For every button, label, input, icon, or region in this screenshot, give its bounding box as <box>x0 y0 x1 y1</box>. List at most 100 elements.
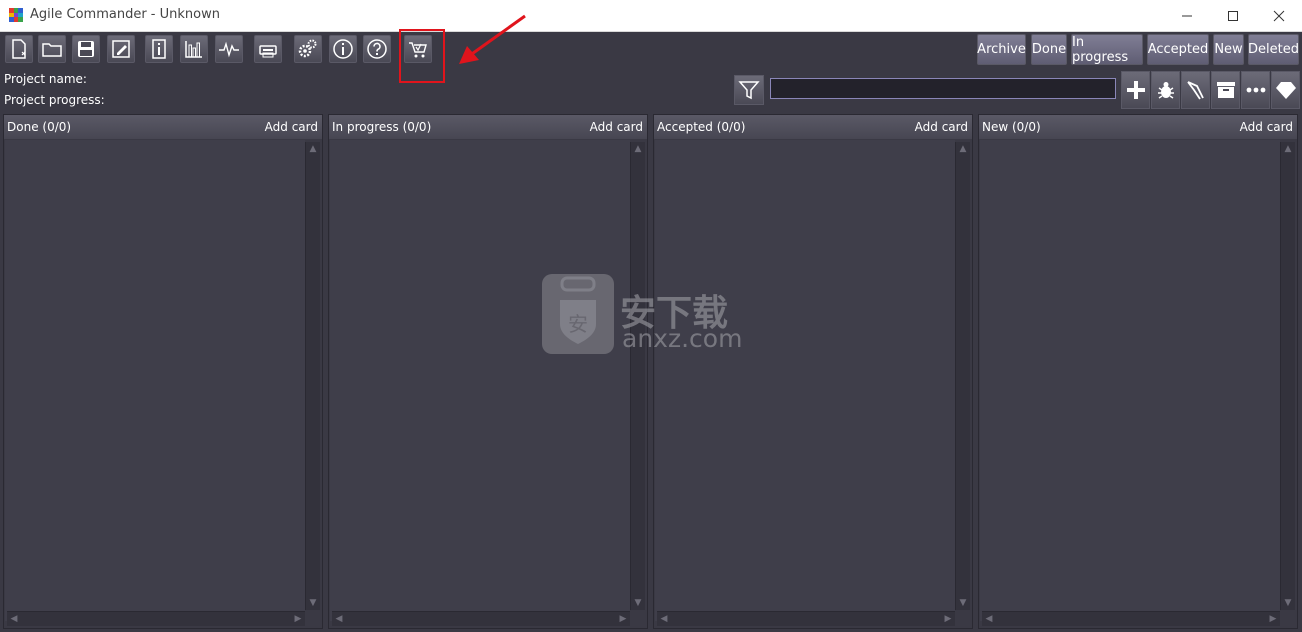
scroll-up-icon[interactable]: ▲ <box>306 142 320 156</box>
activity-icon <box>219 41 239 58</box>
close-icon <box>1273 10 1285 21</box>
diamond-icon <box>1275 82 1296 99</box>
filter-funnel-icon <box>738 81 760 100</box>
edit-icon <box>112 40 130 58</box>
column-header: Accepted (0/0) Add card <box>654 115 972 139</box>
column-accepted: Accepted (0/0) Add card ▲ ▼ ◀ ▶ <box>653 114 973 629</box>
column-in-progress: In progress (0/0) Add card ▲ ▼ ◀ ▶ <box>328 114 648 629</box>
more-icon <box>1246 87 1265 93</box>
minimize-icon <box>1182 15 1192 16</box>
filter-new-button[interactable]: New <box>1213 34 1244 65</box>
project-progress-label: Project progress: <box>4 93 105 107</box>
horizontal-scrollbar[interactable]: ◀ ▶ <box>7 611 305 626</box>
watermark: 安 安下载 anxz.com <box>542 274 772 358</box>
vertical-scrollbar[interactable]: ▲ ▼ <box>630 142 645 610</box>
search-input[interactable] <box>770 78 1116 99</box>
tools-button[interactable] <box>1181 71 1210 109</box>
scroll-down-icon[interactable]: ▼ <box>1281 596 1295 610</box>
scroll-right-icon[interactable]: ▶ <box>941 612 955 626</box>
settings-button[interactable] <box>294 35 322 63</box>
help-button[interactable] <box>363 35 391 63</box>
add-card-link[interactable]: Add card <box>1240 120 1293 134</box>
scroll-down-icon[interactable]: ▼ <box>306 596 320 610</box>
column-new: New (0/0) Add card ▲ ▼ ◀ ▶ <box>978 114 1298 629</box>
more-button[interactable] <box>1241 71 1270 109</box>
about-button[interactable] <box>329 35 357 63</box>
filter-in-progress-button[interactable]: In progress <box>1071 34 1143 65</box>
column-header: In progress (0/0) Add card <box>329 115 647 139</box>
scroll-right-icon[interactable]: ▶ <box>616 612 630 626</box>
column-title: Accepted (0/0) <box>657 120 746 134</box>
bar-chart-icon <box>185 41 202 58</box>
filter-button[interactable] <box>734 75 764 105</box>
priority-button[interactable] <box>1271 71 1300 109</box>
open-folder-icon <box>42 43 62 57</box>
print-icon <box>259 45 277 58</box>
filter-archive-button[interactable]: Archive <box>977 34 1026 65</box>
add-card-toolbar-button[interactable] <box>1121 71 1150 109</box>
horizontal-scrollbar[interactable]: ◀ ▶ <box>657 611 955 626</box>
statistics-button[interactable] <box>180 35 208 63</box>
filter-accepted-button[interactable]: Accepted <box>1147 34 1209 65</box>
save-project-button[interactable] <box>72 35 100 63</box>
add-card-link[interactable]: Add card <box>265 120 318 134</box>
scroll-down-icon[interactable]: ▼ <box>631 596 645 610</box>
scroll-down-icon[interactable]: ▼ <box>956 596 970 610</box>
scroll-left-icon[interactable]: ◀ <box>7 612 21 626</box>
maximize-icon <box>1228 10 1238 21</box>
new-project-button[interactable] <box>5 35 33 63</box>
scroll-up-icon[interactable]: ▲ <box>1281 142 1295 156</box>
maximize-button[interactable] <box>1210 0 1256 31</box>
edit-project-button[interactable] <box>107 35 135 63</box>
title-bar: Agile Commander - Unknown <box>0 0 1302 32</box>
open-project-button[interactable] <box>38 35 66 63</box>
column-title: In progress (0/0) <box>332 120 432 134</box>
activity-button[interactable] <box>215 35 243 63</box>
add-icon <box>1126 81 1145 99</box>
watermark-shield-icon: 安 <box>542 274 614 354</box>
add-card-link[interactable]: Add card <box>590 120 643 134</box>
scroll-right-icon[interactable]: ▶ <box>291 612 305 626</box>
watermark-badge: 安 <box>568 312 588 336</box>
card-list[interactable] <box>980 140 1280 621</box>
save-icon <box>78 41 94 57</box>
project-name-label: Project name: <box>4 72 87 86</box>
settings-gears-icon <box>298 39 317 58</box>
column-title: New (0/0) <box>982 120 1041 134</box>
vertical-scrollbar[interactable]: ▲ ▼ <box>955 142 970 610</box>
card-list[interactable] <box>5 140 305 621</box>
card-list[interactable] <box>330 140 630 621</box>
watermark-subtext: anxz.com <box>622 324 743 353</box>
highlight-box <box>399 29 445 83</box>
bug-icon <box>1157 82 1174 99</box>
vertical-scrollbar[interactable]: ▲ ▼ <box>305 142 320 610</box>
filter-deleted-button[interactable]: Deleted <box>1248 34 1299 65</box>
horizontal-scrollbar[interactable]: ◀ ▶ <box>332 611 630 626</box>
scroll-left-icon[interactable]: ◀ <box>332 612 346 626</box>
horizontal-scrollbar[interactable]: ◀ ▶ <box>982 611 1280 626</box>
archive-card-button[interactable] <box>1211 71 1240 109</box>
scroll-left-icon[interactable]: ◀ <box>657 612 671 626</box>
window-title: Agile Commander - Unknown <box>30 7 220 22</box>
minimize-button[interactable] <box>1164 0 1210 31</box>
app-logo-icon <box>9 8 23 22</box>
tweezers-icon <box>1186 81 1204 100</box>
scroll-right-icon[interactable]: ▶ <box>1266 612 1280 626</box>
info-panel-icon <box>152 39 166 59</box>
card-list[interactable] <box>655 140 955 621</box>
new-document-icon <box>12 39 26 59</box>
column-title: Done (0/0) <box>7 120 72 134</box>
column-header: New (0/0) Add card <box>979 115 1297 139</box>
scroll-left-icon[interactable]: ◀ <box>982 612 996 626</box>
about-icon <box>333 39 353 59</box>
close-button[interactable] <box>1256 0 1302 31</box>
add-bug-button[interactable] <box>1151 71 1180 109</box>
vertical-scrollbar[interactable]: ▲ ▼ <box>1280 142 1295 610</box>
add-card-link[interactable]: Add card <box>915 120 968 134</box>
project-info-button[interactable] <box>145 35 173 63</box>
scroll-up-icon[interactable]: ▲ <box>631 142 645 156</box>
scroll-up-icon[interactable]: ▲ <box>956 142 970 156</box>
print-button[interactable] <box>254 35 282 63</box>
archive-box-icon <box>1216 82 1235 98</box>
filter-done-button[interactable]: Done <box>1031 34 1067 65</box>
